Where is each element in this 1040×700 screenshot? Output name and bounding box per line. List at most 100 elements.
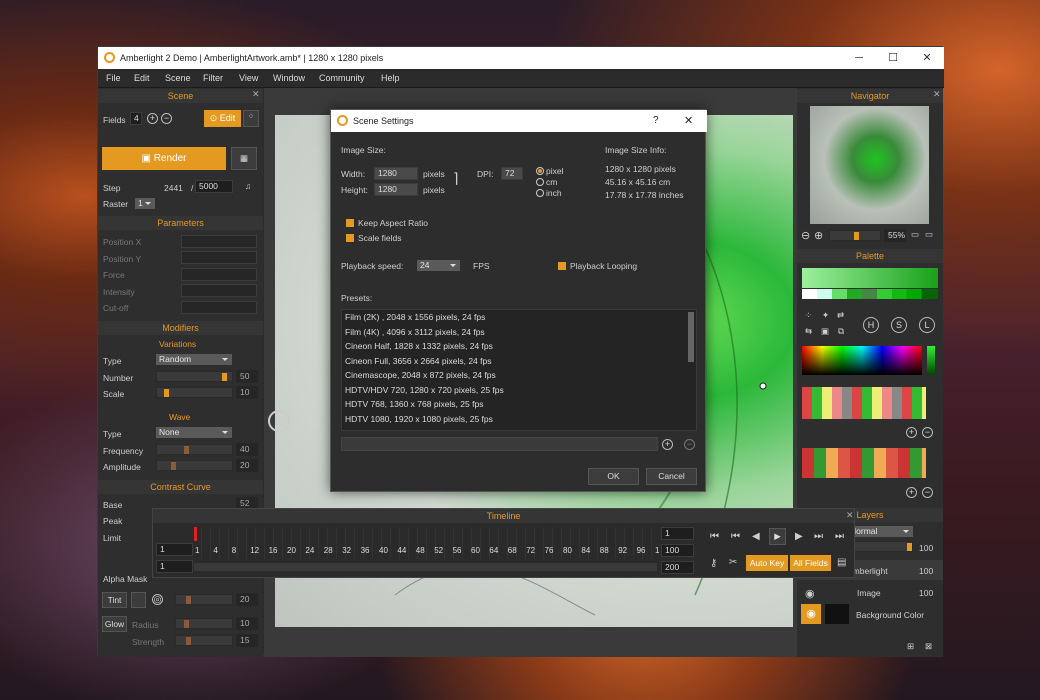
close-timeline-icon[interactable]: ✕ xyxy=(846,510,854,521)
maximize-icon[interactable]: ☐ xyxy=(876,47,910,69)
unit-cm-radio[interactable] xyxy=(536,178,544,186)
help-icon[interactable]: ? xyxy=(653,115,659,126)
preset-item[interactable]: Film (4K) , 4096 x 3112 pixels, 24 fps xyxy=(342,325,696,340)
gradient-preview[interactable] xyxy=(802,268,938,288)
background-color-swatch[interactable] xyxy=(825,604,849,624)
amplitude-slider[interactable] xyxy=(156,460,233,471)
frequency-value[interactable]: 40 xyxy=(236,443,258,456)
go-start-icon[interactable]: ⏮ xyxy=(710,531,719,542)
close-dialog-icon[interactable]: ✕ xyxy=(684,114,693,127)
add-gradient-icon[interactable]: + xyxy=(906,487,917,498)
close-panel-icon[interactable]: ✕ xyxy=(252,89,260,100)
edit-button[interactable]: ⊙ Edit xyxy=(204,110,241,127)
radius-slider-knob[interactable] xyxy=(184,620,189,628)
palette-tool-icon[interactable]: ▣ xyxy=(821,326,829,337)
blend-mode-select[interactable]: Normal xyxy=(847,526,913,537)
navigator-preview[interactable] xyxy=(810,106,929,224)
saturation-button[interactable]: S xyxy=(891,317,907,333)
menu-help[interactable]: Help xyxy=(381,73,400,83)
minimize-icon[interactable]: ─ xyxy=(842,47,876,69)
layer-opacity-slider[interactable] xyxy=(847,541,913,552)
headphones-icon[interactable]: ♫ xyxy=(245,181,251,191)
palette-tool-icon[interactable]: ⁘ xyxy=(805,310,812,321)
add-layer-icon[interactable]: ⊞ xyxy=(907,641,914,652)
strength-slider-knob[interactable] xyxy=(186,637,191,645)
zoom-slider[interactable] xyxy=(829,230,881,241)
go-end-icon[interactable]: ⏭ xyxy=(835,531,844,542)
field-handle-icon[interactable] xyxy=(268,410,290,432)
zoom-value[interactable]: 55% xyxy=(884,229,906,242)
range-end[interactable]: 100 xyxy=(661,544,694,557)
number-value[interactable]: 50 xyxy=(236,370,258,383)
cut-key-icon[interactable]: ✂ xyxy=(729,557,737,568)
frame-field-a[interactable]: 1 xyxy=(156,543,193,556)
add-preset-icon[interactable]: + xyxy=(662,439,673,450)
timeline-scroll[interactable] xyxy=(193,562,658,572)
tint-slider[interactable] xyxy=(175,594,233,605)
tint-enable-icon[interactable] xyxy=(131,592,146,608)
width-input[interactable]: 1280 xyxy=(374,167,418,180)
delete-layer-icon[interactable]: ⊠ xyxy=(925,641,932,652)
hue-button[interactable]: H xyxy=(863,317,879,333)
tint-slider-knob[interactable] xyxy=(186,596,191,604)
next-key-icon[interactable]: ⏭ xyxy=(814,531,823,542)
render-button[interactable]: ▣ Render xyxy=(102,147,226,170)
palette-tool-icon[interactable]: ⇆ xyxy=(805,326,812,337)
radius-value[interactable]: 10 xyxy=(236,617,258,630)
menu-scene[interactable]: Scene xyxy=(165,73,191,83)
remove-preset-icon[interactable]: − xyxy=(684,439,695,450)
strength-value[interactable]: 15 xyxy=(236,634,258,647)
height-input[interactable]: 1280 xyxy=(374,183,418,196)
close-navigator-icon[interactable]: ✕ xyxy=(933,89,941,100)
palette-tool-icon[interactable]: ✦ xyxy=(822,310,829,321)
variation-type-select[interactable]: Random xyxy=(156,354,232,365)
palette-tool-icon[interactable]: ⇄ xyxy=(837,310,844,321)
lightness-button[interactable]: L xyxy=(919,317,935,333)
range-start[interactable]: 1 xyxy=(661,527,694,540)
unit-pixel-radio[interactable] xyxy=(536,167,544,175)
glow-button[interactable]: Glow xyxy=(102,616,127,632)
link-bracket-icon[interactable]: ⌉ xyxy=(453,170,458,187)
key-icon[interactable]: ⚷ xyxy=(710,558,717,569)
scale-slider[interactable] xyxy=(156,387,233,398)
all-fields-button[interactable]: All Fields xyxy=(790,555,831,571)
step-total-input[interactable]: 5000 xyxy=(195,180,233,193)
tint-value[interactable]: 20 xyxy=(236,593,258,606)
menu-edit[interactable]: Edit xyxy=(134,73,150,83)
unit-inch-radio[interactable] xyxy=(536,189,544,197)
prev-key-icon[interactable]: ⏮ xyxy=(731,531,740,542)
cancel-button[interactable]: Cancel xyxy=(646,468,697,485)
close-window-icon[interactable]: ✕ xyxy=(910,47,944,69)
strength-slider[interactable] xyxy=(175,635,233,646)
play-icon[interactable]: ▶ xyxy=(769,528,786,545)
auto-key-button[interactable]: Auto Key xyxy=(746,555,788,571)
playback-speed-select[interactable]: 24 xyxy=(417,260,460,271)
timeline-settings-icon[interactable]: ▤ xyxy=(837,557,846,568)
gradient-stops[interactable] xyxy=(802,289,938,299)
preset-name-input[interactable] xyxy=(341,437,658,451)
add-field-icon[interactable]: + xyxy=(147,113,158,124)
render-settings-icon[interactable]: ▦ xyxy=(231,147,257,170)
raster-select[interactable]: 1 xyxy=(135,198,155,209)
swatch-grid[interactable] xyxy=(802,387,926,419)
layer-opacity-knob[interactable] xyxy=(907,543,912,551)
scale-slider-knob[interactable] xyxy=(164,389,169,397)
preset-item[interactable]: HDTV 768, 1360 x 768 pixels, 25 fps xyxy=(342,397,696,412)
fields-input[interactable]: 4 xyxy=(130,112,142,125)
ok-button[interactable]: OK xyxy=(588,468,639,485)
preset-item[interactable]: HDTV/HDV 720, 1280 x 720 pixels, 25 fps xyxy=(342,383,696,398)
radius-slider[interactable] xyxy=(175,618,233,629)
force-input[interactable] xyxy=(181,268,257,281)
menu-community[interactable]: Community xyxy=(319,73,365,83)
menu-file[interactable]: File xyxy=(106,73,121,83)
playhead[interactable] xyxy=(194,527,197,541)
preset-item[interactable]: Cineon Half, 1828 x 1332 pixels, 24 fps xyxy=(342,339,696,354)
preset-item[interactable]: HDTV 1080, 1920 x 1080 pixels, 25 fps xyxy=(342,412,696,427)
scatter-icon[interactable]: ⁘ xyxy=(243,110,259,127)
menu-filter[interactable]: Filter xyxy=(203,73,223,83)
remove-swatch-icon[interactable]: − xyxy=(922,427,933,438)
keep-aspect-checkbox[interactable] xyxy=(346,219,354,227)
intensity-input[interactable] xyxy=(181,284,257,297)
cut-off-input[interactable] xyxy=(181,301,257,314)
presets-list[interactable]: Film (2K) , 2048 x 1556 pixels, 24 fps F… xyxy=(341,309,697,431)
